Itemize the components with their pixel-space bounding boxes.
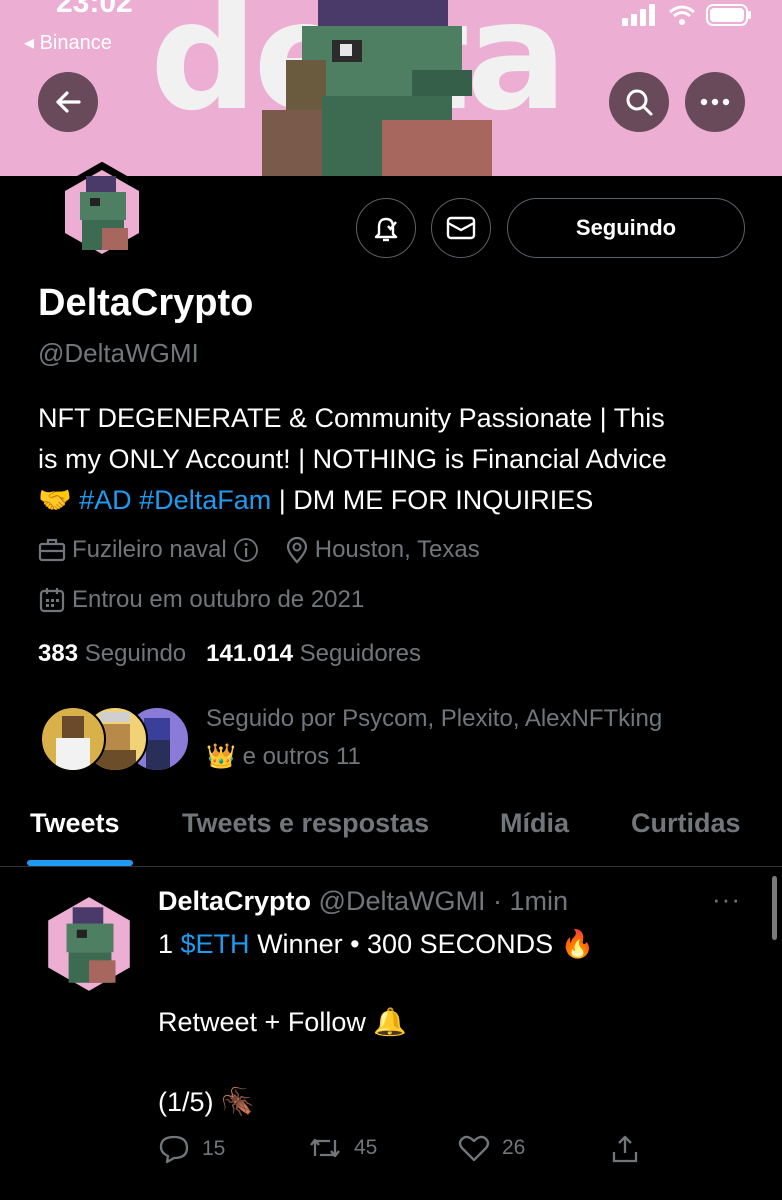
share-icon <box>612 1135 638 1163</box>
like-count: 26 <box>502 1136 526 1159</box>
following-count: 383 <box>38 640 79 667</box>
envelope-icon <box>446 216 476 240</box>
share-button[interactable] <box>610 1134 640 1164</box>
divider <box>0 866 782 867</box>
search-icon <box>626 89 653 116</box>
profile-location: Houston, Texas <box>314 536 480 563</box>
followers-label: Seguidores <box>299 640 422 667</box>
bio-hashtags[interactable]: #AD #DeltaFam <box>79 485 271 515</box>
notifications-button[interactable] <box>356 198 416 258</box>
tweet-text-line: Retweet + Follow 🔔 <box>158 1007 407 1037</box>
profile-avatar[interactable] <box>52 161 152 263</box>
profile-joined-date: Entrou em outubro de 2021 <box>72 586 365 613</box>
tweet-more-button[interactable]: ··· <box>712 884 741 915</box>
profile-tabs: Tweets Tweets e respostas Mídia Curtidas <box>0 800 782 866</box>
followed-by-avatars[interactable] <box>40 706 190 772</box>
reply-button[interactable]: 15 <box>158 1134 225 1164</box>
profile-bio: NFT DEGENERATE & Community Passionate | … <box>38 398 758 521</box>
following-button[interactable]: Seguindo <box>507 198 745 258</box>
more-options-button[interactable] <box>685 72 745 132</box>
tweet-text: Winner • 300 SECONDS 🔥 <box>249 929 595 959</box>
handshake-emoji: 🤝 <box>38 485 72 515</box>
tweet-text-line: (1/5) 🪳 <box>158 1087 255 1117</box>
bell-check-icon <box>374 217 398 242</box>
tweet-actions: 15 45 26 <box>158 1134 658 1174</box>
message-button[interactable] <box>431 198 491 258</box>
avatar-image <box>58 161 146 263</box>
info-icon[interactable] <box>233 537 259 563</box>
retweet-count: 45 <box>354 1136 378 1159</box>
profile-occupation: Fuzileiro naval <box>72 536 227 563</box>
back-button[interactable] <box>38 72 98 132</box>
cashtag-link[interactable]: $ETH <box>181 929 250 959</box>
wifi-icon <box>669 5 695 25</box>
tab-media[interactable]: Mídia <box>500 808 569 839</box>
like-button[interactable]: 26 <box>458 1134 525 1162</box>
follow-counts: 383 Seguindo 141.014 Seguidores <box>38 640 421 668</box>
bio-text: | DM ME FOR INQUIRIES <box>271 485 594 515</box>
reply-count: 15 <box>202 1137 226 1160</box>
crown-emoji: 👑 <box>206 743 236 770</box>
tweet-text-line: 1 $ETH Winner • 300 SECONDS 🔥 <box>158 928 594 960</box>
profile-handle: @DeltaWGMI <box>38 338 199 368</box>
status-time: 23:02 <box>56 0 133 19</box>
profile-joined-row: Entrou em outubro de 2021 <box>38 586 364 614</box>
following-label: Seguindo <box>84 640 187 667</box>
signal-icon <box>622 4 655 26</box>
followed-by-text[interactable]: Seguido por Psycom, Plexito, AlexNFTking… <box>206 700 746 776</box>
reply-icon <box>159 1135 189 1164</box>
calendar-icon <box>39 588 65 613</box>
more-dots-icon <box>700 98 730 106</box>
retweet-icon <box>310 1138 340 1158</box>
search-button[interactable] <box>609 72 669 132</box>
profile-meta-row: Fuzileiro naval Houston, Texas <box>38 536 480 564</box>
following-link[interactable]: 383 Seguindo <box>38 640 186 668</box>
arrow-left-icon <box>56 91 81 113</box>
followed-by-others: e outros 11 <box>242 743 361 770</box>
tab-tweets[interactable]: Tweets <box>30 808 120 839</box>
tweet-timestamp[interactable]: · 1min <box>493 886 568 916</box>
scrollbar[interactable] <box>772 876 777 940</box>
followers-link[interactable]: 141.014 Seguidores <box>206 640 421 668</box>
tweet-header: DeltaCrypto @DeltaWGMI · 1min <box>158 886 568 917</box>
avatar-image <box>48 897 130 991</box>
avatar <box>40 706 106 772</box>
banner-character-image <box>262 0 492 176</box>
followed-by-line: Seguido por Psycom, Plexito, AlexNFTking <box>206 705 663 732</box>
followers-count: 141.014 <box>206 640 293 667</box>
tweet-author-handle[interactable]: @DeltaWGMI <box>319 886 486 916</box>
tab-likes[interactable]: Curtidas <box>631 808 741 839</box>
retweet-button[interactable]: 45 <box>308 1134 377 1162</box>
tweet-author-name[interactable]: DeltaCrypto <box>158 886 311 916</box>
tab-tweets-and-replies[interactable]: Tweets e respostas <box>182 808 429 839</box>
status-icons <box>622 4 752 26</box>
heart-icon <box>458 1135 490 1162</box>
location-pin-icon <box>286 536 307 564</box>
briefcase-icon <box>38 538 66 562</box>
profile-name: DeltaCrypto <box>38 282 254 324</box>
tweet-author-avatar[interactable] <box>38 893 140 995</box>
bio-line: is my ONLY Account! | NOTHING is Financi… <box>38 444 667 474</box>
tweet-text: 1 <box>158 929 181 959</box>
back-to-app-link[interactable]: ◂ Binance <box>24 30 112 55</box>
battery-icon <box>706 4 751 26</box>
bio-line: NFT DEGENERATE & Community Passionate | … <box>38 403 665 433</box>
